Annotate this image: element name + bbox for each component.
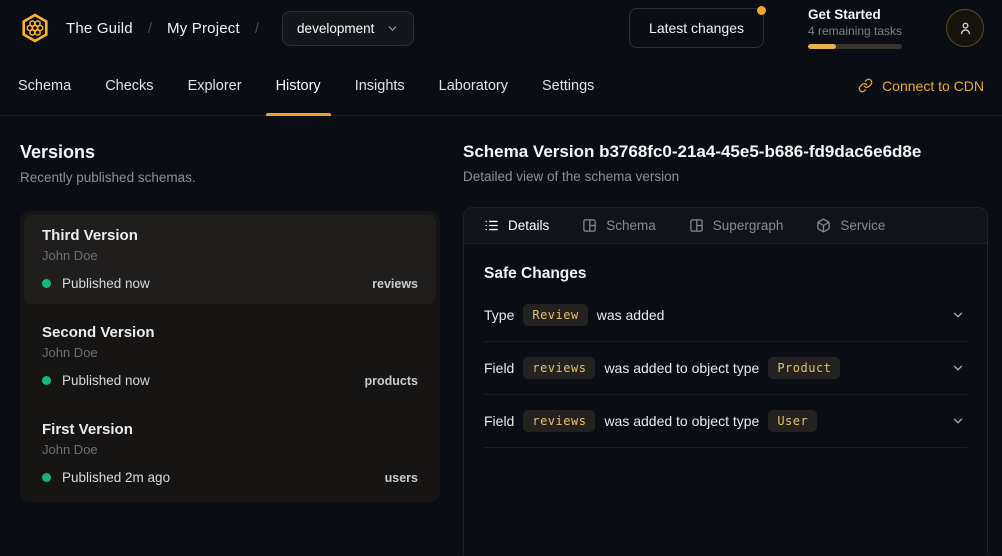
tab-history[interactable]: History (276, 56, 321, 115)
chevron-down-icon (386, 22, 399, 35)
get-started-progress-fill (808, 44, 836, 49)
code-badge: reviews (523, 410, 595, 432)
change-text: Type (484, 307, 514, 323)
schema-version-subtitle: Detailed view of the schema version (463, 169, 988, 184)
breadcrumb-separator: / (148, 20, 152, 37)
tab-schema[interactable]: Schema (18, 56, 71, 115)
notification-dot (757, 6, 766, 15)
detail-tab-label: Supergraph (713, 218, 784, 233)
detail-tab-supergraph[interactable]: Supergraph (689, 218, 784, 233)
version-name: Second Version (42, 324, 418, 341)
box-icon (816, 218, 831, 233)
primary-nav: Schema Checks Explorer History Insights Labor… (0, 56, 1002, 116)
change-text: was added to object type (604, 360, 759, 376)
version-list-item[interactable]: First Version John Doe Published 2m ago use… (24, 409, 436, 498)
primary-tabs: Schema Checks Explorer History Insights Labor… (18, 56, 594, 115)
target-selector-value: development (297, 21, 374, 36)
chevron-down-icon[interactable] (951, 414, 965, 428)
change-text: Field (484, 413, 514, 429)
code-badge: Product (768, 357, 840, 379)
schema-change-row[interactable]: Type Review was added (484, 289, 967, 342)
change-text: Field (484, 360, 514, 376)
versions-list: Third Version John Doe Published now review… (20, 211, 440, 502)
guild-honeycomb-icon[interactable] (18, 11, 52, 45)
main-content: Versions Recently published schemas. Thi… (0, 116, 1002, 555)
safe-changes-title: Safe Changes (484, 265, 967, 283)
version-list-item[interactable]: Second Version John Doe Published now produ… (24, 312, 436, 401)
breadcrumb-separator: / (255, 20, 259, 37)
published-status-dot (42, 473, 51, 482)
tab-explorer[interactable]: Explorer (188, 56, 242, 115)
versions-panel: Versions Recently published schemas. Thi… (20, 142, 440, 555)
published-time: Published now (62, 276, 150, 291)
tab-insights[interactable]: Insights (355, 56, 405, 115)
get-started-title: Get Started (808, 7, 902, 22)
detail-tab-label: Service (840, 218, 885, 233)
version-meta-row: Published now reviews (42, 276, 418, 291)
latest-changes-button[interactable]: Latest changes (629, 8, 764, 48)
version-meta-row: Published 2m ago users (42, 470, 418, 485)
published-time: Published 2m ago (62, 470, 170, 485)
detail-tab-schema[interactable]: Schema (582, 218, 656, 233)
version-detail-panel: Schema Version b3768fc0-21a4-45e5-b686-f… (463, 142, 988, 555)
get-started-widget[interactable]: Get Started 4 remaining tasks (808, 7, 902, 49)
version-meta-row: Published now products (42, 373, 418, 388)
user-icon (957, 20, 974, 37)
version-author: John Doe (42, 345, 418, 360)
version-name: First Version (42, 421, 418, 438)
change-text: was added (597, 307, 665, 323)
service-name-badge: products (365, 374, 418, 388)
layout-icon (582, 218, 597, 233)
version-detail-card: Details Schema Supergraph Service Safe Chan… (463, 207, 988, 555)
schema-change-row[interactable]: Field reviews was added to object type Prod… (484, 342, 967, 395)
published-time: Published now (62, 373, 150, 388)
version-list-item[interactable]: Third Version John Doe Published now review… (24, 215, 436, 304)
tab-settings[interactable]: Settings (542, 56, 594, 115)
schema-change-row[interactable]: Field reviews was added to object type User (484, 395, 967, 448)
versions-title: Versions (20, 142, 440, 163)
code-badge: User (768, 410, 817, 432)
schema-version-title: Schema Version b3768fc0-21a4-45e5-b686-f… (463, 142, 988, 162)
get-started-progress-track (808, 44, 902, 49)
link-icon (858, 78, 873, 93)
header-right-cluster: Latest changes Get Started 4 remaining t… (629, 7, 984, 49)
get-started-subtitle: 4 remaining tasks (808, 24, 902, 38)
layout-icon (689, 218, 704, 233)
published-status-dot (42, 376, 51, 385)
detail-tab-label: Details (508, 218, 549, 233)
breadcrumb-org[interactable]: The Guild (66, 20, 133, 37)
user-avatar-button[interactable] (946, 9, 984, 47)
top-bar: The Guild / My Project / development Lat… (0, 0, 1002, 56)
code-badge: reviews (523, 357, 595, 379)
change-text: was added to object type (604, 413, 759, 429)
target-selector-dropdown[interactable]: development (282, 11, 414, 46)
breadcrumb-project[interactable]: My Project (167, 20, 240, 37)
connect-to-cdn-link[interactable]: Connect to CDN (858, 78, 984, 94)
versions-subtitle: Recently published schemas. (20, 170, 440, 185)
published-status-dot (42, 279, 51, 288)
detail-tab-details[interactable]: Details (484, 218, 549, 233)
service-name-badge: reviews (372, 277, 418, 291)
detail-tab-label: Schema (606, 218, 656, 233)
detail-body: Safe Changes Type Review was added Field rev… (464, 244, 987, 448)
connect-to-cdn-label: Connect to CDN (882, 78, 984, 94)
version-name: Third Version (42, 227, 418, 244)
chevron-down-icon[interactable] (951, 308, 965, 322)
code-badge: Review (523, 304, 587, 326)
chevron-down-icon[interactable] (951, 361, 965, 375)
detail-tabs: Details Schema Supergraph Service (464, 208, 987, 244)
changes-list: Type Review was added Field reviews was added… (484, 289, 967, 448)
tab-laboratory[interactable]: Laboratory (439, 56, 508, 115)
detail-tab-service[interactable]: Service (816, 218, 885, 233)
list-icon (484, 218, 499, 233)
version-author: John Doe (42, 442, 418, 457)
version-author: John Doe (42, 248, 418, 263)
service-name-badge: users (385, 471, 418, 485)
tab-checks[interactable]: Checks (105, 56, 153, 115)
